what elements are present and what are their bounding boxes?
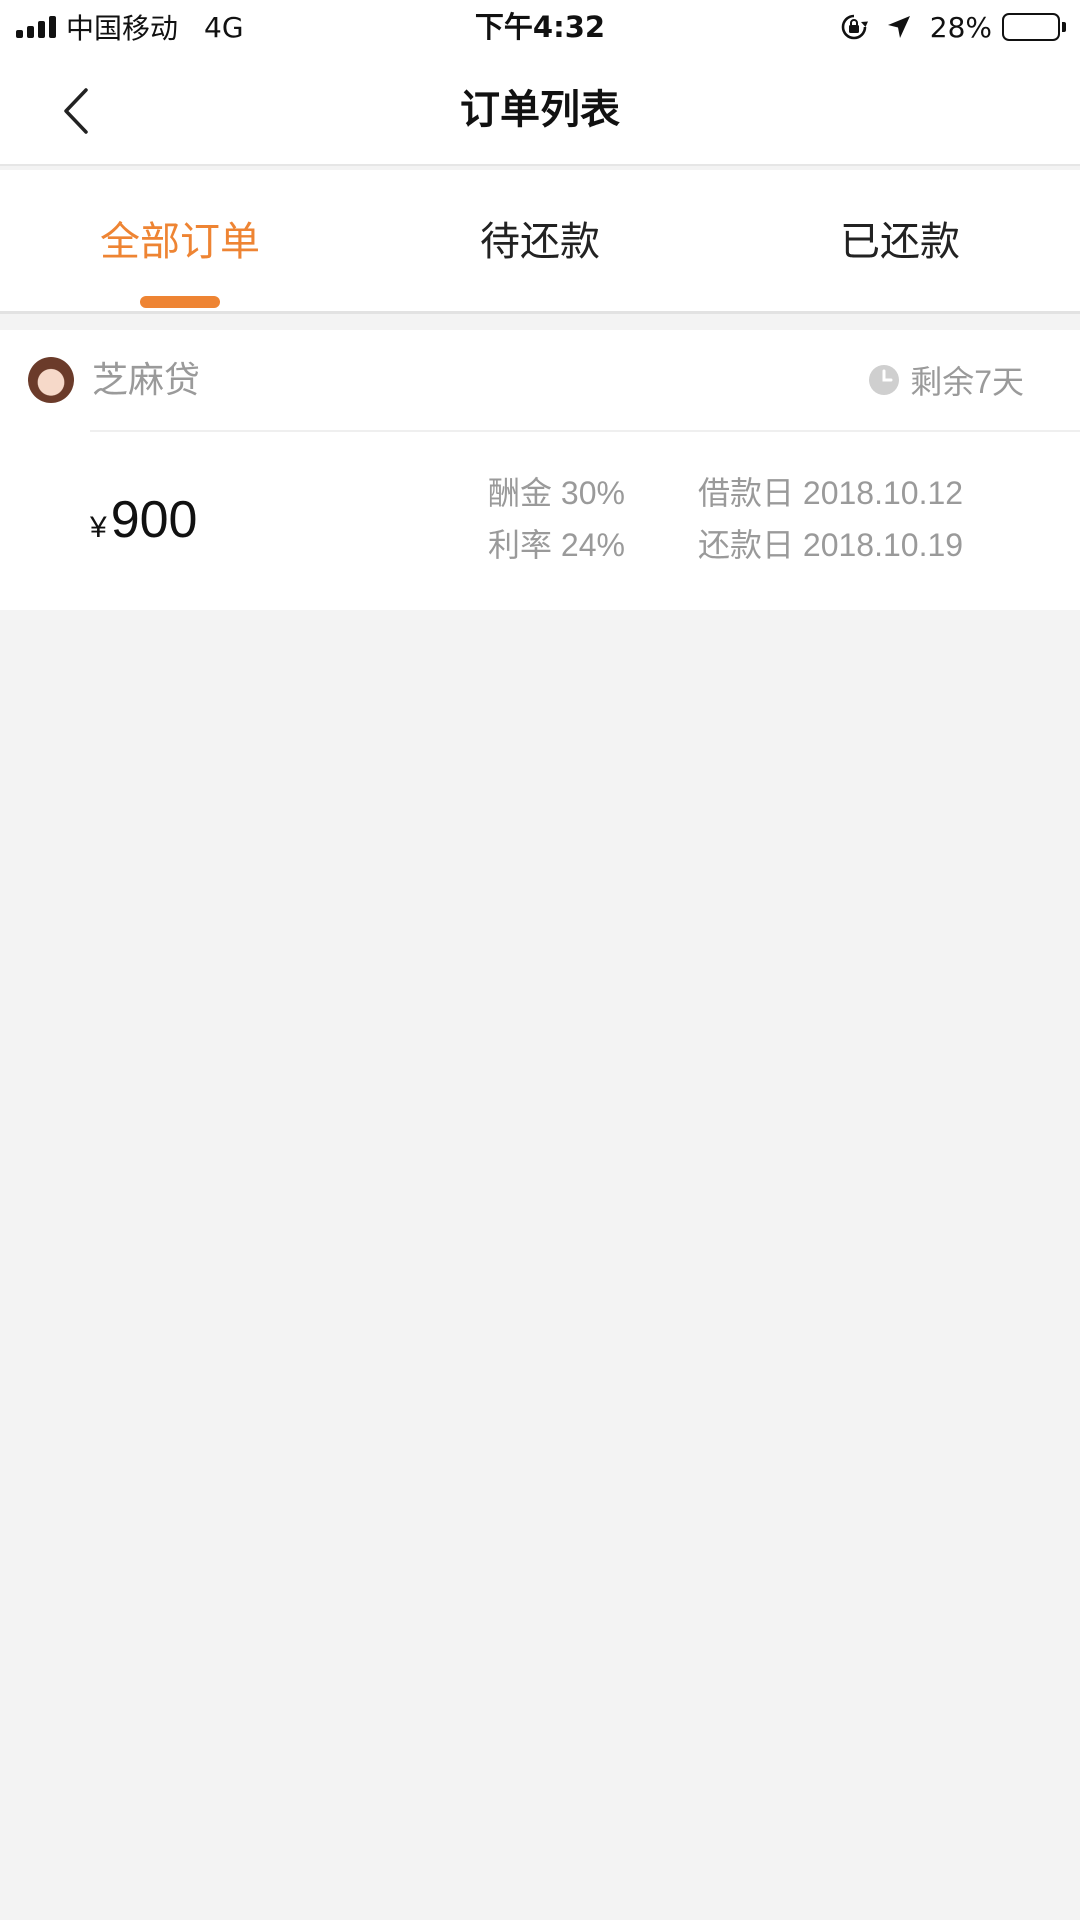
rotation-lock-icon (840, 13, 868, 41)
repay-date: 还款日 2018.10.19 (698, 527, 964, 563)
remaining-time: 剩余7天 (868, 330, 1024, 430)
commission-rate: 酬金 30% (488, 475, 625, 511)
nav-bar: 订单列表 (0, 54, 1080, 166)
active-tab-indicator (140, 296, 220, 308)
order-card[interactable]: 芝麻贷 剩余7天 ¥ 900 酬金 30% 利率 24% 借款日 2018.10… (0, 330, 1080, 610)
currency-symbol: ¥ (90, 511, 107, 544)
page-title: 订单列表 (460, 88, 620, 132)
status-right: 28% (840, 0, 1066, 54)
status-left: 中国移动 4G (16, 0, 244, 54)
status-bar: 中国移动 4G 下午4:32 28% (0, 0, 1080, 54)
network-type: 4G (204, 10, 244, 44)
remaining-text: 剩余7天 (910, 364, 1024, 400)
tab-repaid[interactable]: 已还款 (720, 170, 1080, 311)
card-divider (90, 430, 1080, 432)
interest-rate: 利率 24% (488, 527, 625, 563)
battery-icon (1002, 13, 1066, 41)
back-button[interactable] (50, 84, 100, 138)
lender-name: 芝麻贷 (92, 359, 201, 400)
carrier-name: 中国移动 (66, 12, 179, 45)
lender-avatar (28, 357, 74, 403)
loan-amount: ¥ 900 (90, 490, 197, 550)
clock-icon (868, 364, 900, 396)
battery-percent: 28% (929, 10, 992, 44)
chevron-left-icon (64, 88, 88, 134)
tab-all-orders[interactable]: 全部订单 (0, 170, 360, 311)
order-card-header: 芝麻贷 剩余7天 (0, 330, 1080, 430)
signal-icon (16, 16, 56, 38)
amount-value: 900 (110, 491, 198, 549)
location-arrow-icon (886, 14, 912, 40)
loan-date: 借款日 2018.10.12 (698, 475, 964, 511)
tab-pending-repayment[interactable]: 待还款 (360, 170, 720, 311)
order-tabs: 全部订单 待还款 已还款 (0, 170, 1080, 314)
